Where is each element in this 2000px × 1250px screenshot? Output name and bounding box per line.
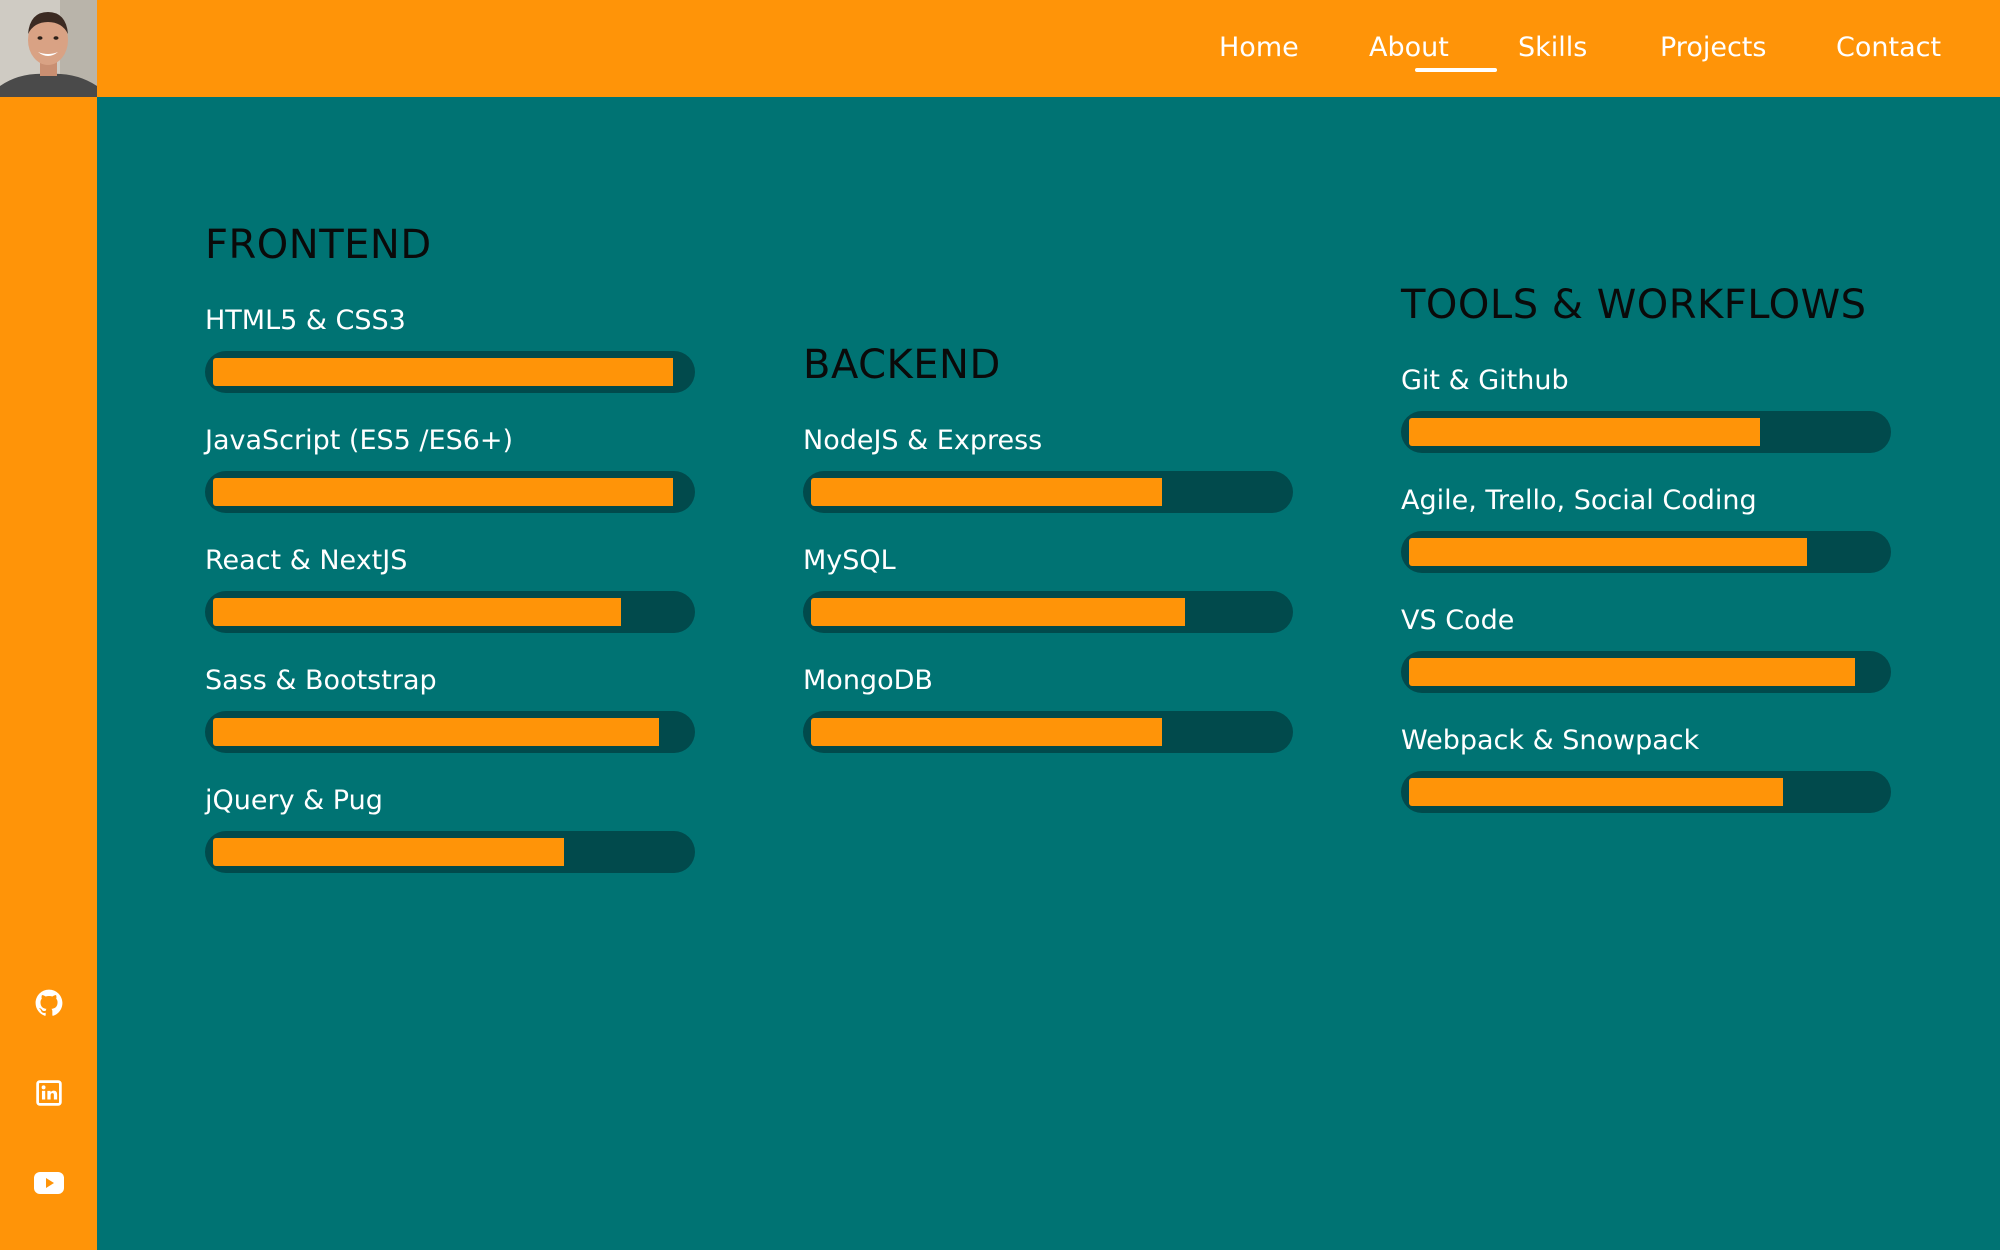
skill-progress-fill	[811, 598, 1186, 626]
frontend-column: FRONTEND HTML5 & CSS3 JavaScript (ES5 /E…	[205, 220, 695, 904]
skill-label: VS Code	[1401, 605, 1515, 636]
backend-skill-list: NodeJS & Express MySQL MongoDB	[803, 424, 1293, 784]
skill-progress-bar	[1401, 531, 1891, 573]
skill-progress-bar	[205, 831, 695, 873]
skill-label: HTML5 & CSS3	[205, 305, 406, 336]
nav-link-contact[interactable]: Contact	[1836, 30, 1941, 66]
skill-item: VS Code	[1401, 604, 1891, 724]
skill-item: Agile, Trello, Social Coding	[1401, 484, 1891, 604]
skill-item: JavaScript (ES5 /ES6+)	[205, 424, 695, 544]
skill-progress-fill	[1409, 538, 1808, 566]
skill-label: Sass & Bootstrap	[205, 665, 437, 696]
skill-progress-fill	[1409, 658, 1855, 686]
skill-progress-bar	[205, 471, 695, 513]
skill-progress-fill	[811, 718, 1162, 746]
skill-progress-bar	[205, 711, 695, 753]
skill-item: Git & Github	[1401, 364, 1891, 484]
github-link[interactable]	[0, 983, 97, 1023]
skill-progress-bar	[803, 471, 1293, 513]
skill-label: MongoDB	[803, 665, 933, 696]
frontend-heading: FRONTEND	[205, 222, 432, 268]
nav-link-skills[interactable]: Skills	[1518, 30, 1587, 66]
skill-progress-bar	[205, 591, 695, 633]
nav-link-home[interactable]: Home	[1219, 30, 1299, 66]
skill-label: NodeJS & Express	[803, 425, 1043, 456]
avatar-photo	[0, 0, 97, 97]
skill-progress-fill	[213, 718, 659, 746]
skill-progress-fill	[1409, 418, 1760, 446]
skill-item: React & NextJS	[205, 544, 695, 664]
nav-link-about[interactable]: About	[1369, 30, 1449, 66]
skill-progress-bar	[205, 351, 695, 393]
skill-label: JavaScript (ES5 /ES6+)	[205, 425, 514, 456]
top-nav: Home About Skills Projects Contact	[97, 0, 2000, 97]
skill-label: React & NextJS	[205, 545, 408, 576]
skill-progress-fill	[213, 478, 673, 506]
backend-column: BACKEND NodeJS & Express MySQL MongoDB	[803, 340, 1293, 784]
skill-item: Webpack & Snowpack	[1401, 724, 1891, 844]
skill-label: MySQL	[803, 545, 896, 576]
skill-progress-bar	[1401, 411, 1891, 453]
skill-progress-bar	[1401, 651, 1891, 693]
active-nav-indicator	[1415, 68, 1497, 72]
skill-progress-fill	[1409, 778, 1784, 806]
sidebar	[0, 0, 97, 1250]
youtube-link[interactable]	[0, 1163, 97, 1203]
skill-item: MongoDB	[803, 664, 1293, 784]
tools-heading: TOOLS & WORKFLOWS	[1401, 282, 1867, 328]
avatar[interactable]	[0, 0, 97, 97]
skill-progress-fill	[213, 838, 564, 866]
skill-progress-bar	[803, 591, 1293, 633]
skill-item: Sass & Bootstrap	[205, 664, 695, 784]
skill-item: NodeJS & Express	[803, 424, 1293, 544]
linkedin-link[interactable]	[0, 1073, 97, 1113]
youtube-icon	[33, 1172, 64, 1194]
skill-progress-fill	[213, 358, 673, 386]
skill-progress-bar	[803, 711, 1293, 753]
skill-progress-bar	[1401, 771, 1891, 813]
skill-item: jQuery & Pug	[205, 784, 695, 904]
skill-progress-fill	[811, 478, 1162, 506]
skill-label: Agile, Trello, Social Coding	[1401, 485, 1757, 516]
skill-label: jQuery & Pug	[205, 785, 383, 816]
backend-heading: BACKEND	[803, 342, 1001, 388]
github-icon	[35, 989, 62, 1016]
skill-item: MySQL	[803, 544, 1293, 664]
tools-skill-list: Git & Github Agile, Trello, Social Codin…	[1401, 364, 1891, 844]
skill-item: HTML5 & CSS3	[205, 304, 695, 424]
skill-label: Webpack & Snowpack	[1401, 725, 1700, 756]
linkedin-icon	[35, 1080, 62, 1106]
tools-column: TOOLS & WORKFLOWS Git & Github Agile, Tr…	[1401, 280, 1891, 844]
skill-progress-fill	[213, 598, 621, 626]
skill-label: Git & Github	[1401, 365, 1569, 396]
frontend-skill-list: HTML5 & CSS3 JavaScript (ES5 /ES6+) Reac…	[205, 304, 695, 904]
nav-link-projects[interactable]: Projects	[1660, 30, 1766, 66]
